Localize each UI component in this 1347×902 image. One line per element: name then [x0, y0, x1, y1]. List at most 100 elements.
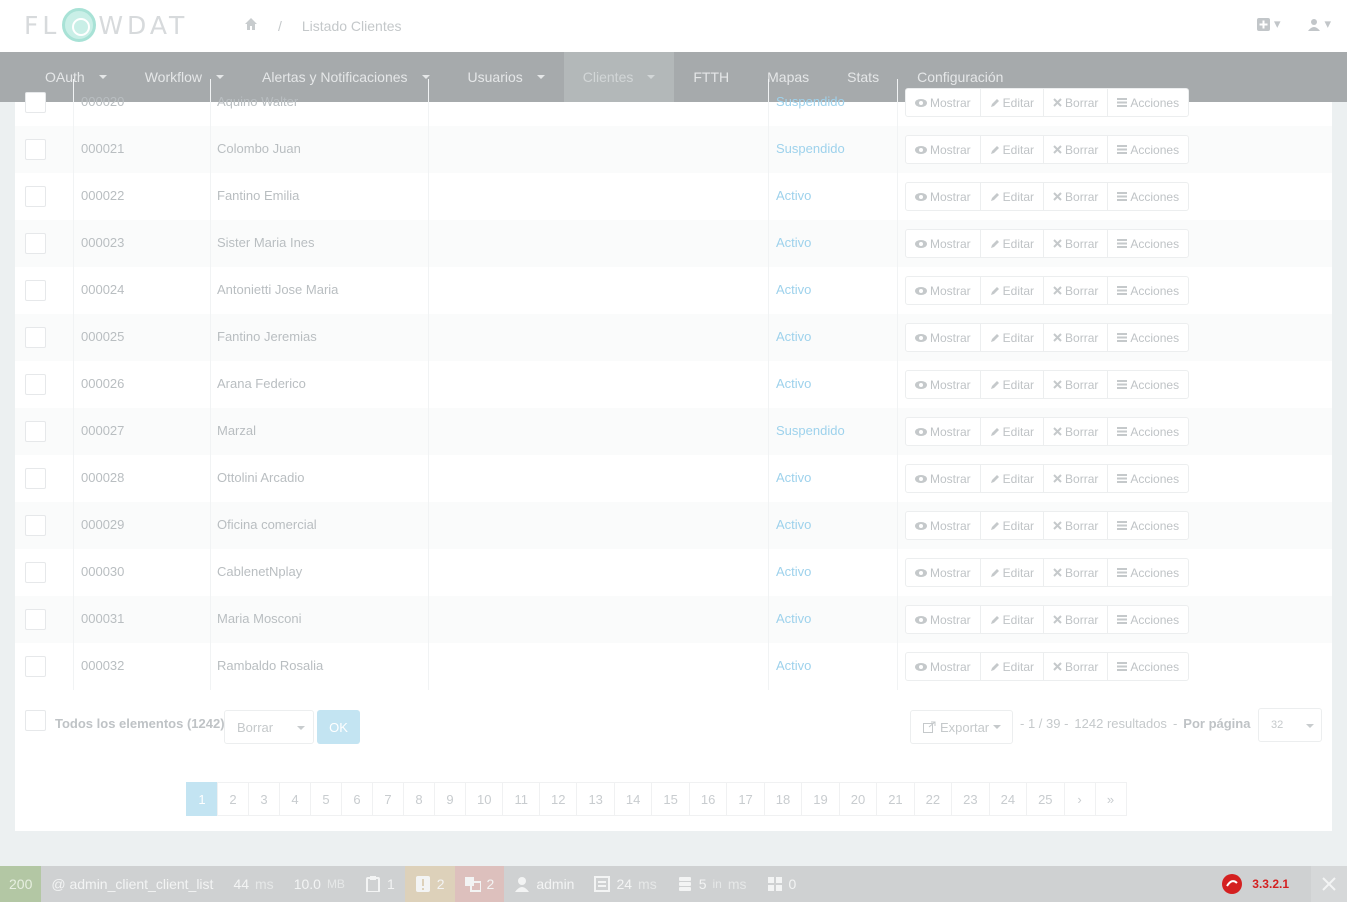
page-button[interactable]: 7: [372, 782, 404, 816]
row-checkbox[interactable]: [25, 280, 46, 301]
page-button[interactable]: 25: [1026, 782, 1065, 816]
show-button[interactable]: Mostrar: [905, 652, 981, 681]
last-page-button[interactable]: »: [1094, 782, 1127, 816]
edit-button[interactable]: Editar: [979, 417, 1045, 446]
row-checkbox[interactable]: [25, 421, 46, 442]
close-toolbar-button[interactable]: [1311, 866, 1347, 902]
page-button[interactable]: 23: [951, 782, 990, 816]
page-button[interactable]: 11: [502, 782, 540, 816]
row-checkbox[interactable]: [25, 327, 46, 348]
logs-panel[interactable]: 1: [355, 866, 405, 902]
home-icon[interactable]: [244, 17, 258, 34]
translations-panel[interactable]: 2: [454, 866, 505, 902]
edit-button[interactable]: Editar: [979, 605, 1045, 634]
show-button[interactable]: Mostrar: [905, 511, 981, 540]
row-checkbox[interactable]: [25, 609, 46, 630]
page-button[interactable]: 5: [310, 782, 342, 816]
page-button[interactable]: 3: [248, 782, 280, 816]
edit-button[interactable]: Editar: [979, 323, 1045, 352]
delete-button[interactable]: Borrar: [1043, 229, 1109, 258]
next-page-button[interactable]: ›: [1063, 782, 1096, 816]
client-id[interactable]: 000023: [81, 235, 124, 250]
page-button[interactable]: 17: [726, 782, 765, 816]
route-name[interactable]: @ admin_client_client_list: [41, 866, 223, 902]
actions-button[interactable]: Acciones: [1107, 511, 1190, 540]
actions-button[interactable]: Acciones: [1107, 276, 1190, 305]
page-button[interactable]: 1: [186, 782, 218, 816]
show-button[interactable]: Mostrar: [905, 370, 981, 399]
show-button[interactable]: Mostrar: [905, 464, 981, 493]
client-id[interactable]: 000025: [81, 329, 124, 344]
delete-button[interactable]: Borrar: [1043, 182, 1109, 211]
select-all-checkbox[interactable]: [25, 710, 46, 731]
timer-panel[interactable]: 44 ms: [223, 866, 283, 902]
delete-button[interactable]: Borrar: [1043, 652, 1109, 681]
client-id[interactable]: 000026: [81, 376, 124, 391]
delete-button[interactable]: Borrar: [1043, 88, 1109, 117]
client-id[interactable]: 000022: [81, 188, 124, 203]
delete-button[interactable]: Borrar: [1043, 558, 1109, 587]
actions-button[interactable]: Acciones: [1107, 652, 1190, 681]
symfony-version[interactable]: 3.3.2.1: [1222, 874, 1289, 894]
row-checkbox[interactable]: [25, 515, 46, 536]
edit-button[interactable]: Editar: [979, 652, 1045, 681]
edit-button[interactable]: Editar: [979, 276, 1045, 305]
edit-button[interactable]: Editar: [979, 370, 1045, 399]
row-checkbox[interactable]: [25, 139, 46, 160]
actions-button[interactable]: Acciones: [1107, 229, 1190, 258]
show-button[interactable]: Mostrar: [905, 323, 981, 352]
delete-button[interactable]: Borrar: [1043, 135, 1109, 164]
delete-button[interactable]: Borrar: [1043, 605, 1109, 634]
page-button[interactable]: 15: [651, 782, 690, 816]
user-menu-button[interactable]: ▾: [1308, 16, 1331, 32]
ok-button[interactable]: OK: [317, 710, 360, 744]
edit-button[interactable]: Editar: [979, 88, 1045, 117]
row-checkbox[interactable]: [25, 92, 46, 113]
delete-button[interactable]: Borrar: [1043, 417, 1109, 446]
row-checkbox[interactable]: [25, 562, 46, 583]
row-checkbox[interactable]: [25, 186, 46, 207]
show-button[interactable]: Mostrar: [905, 229, 981, 258]
actions-button[interactable]: Acciones: [1107, 605, 1190, 634]
page-button[interactable]: 24: [988, 782, 1028, 816]
page-button[interactable]: 18: [763, 782, 803, 816]
page-button[interactable]: 2: [217, 782, 249, 816]
actions-button[interactable]: Acciones: [1107, 558, 1190, 587]
actions-button[interactable]: Acciones: [1107, 323, 1190, 352]
edit-button[interactable]: Editar: [979, 511, 1045, 540]
page-button[interactable]: 22: [913, 782, 953, 816]
warnings-panel[interactable]: 2: [404, 866, 455, 902]
logo[interactable]: FL WDAT: [24, 8, 188, 42]
actions-button[interactable]: Acciones: [1107, 464, 1190, 493]
row-checkbox[interactable]: [25, 468, 46, 489]
row-checkbox[interactable]: [25, 374, 46, 395]
page-button[interactable]: 20: [838, 782, 878, 816]
status-code[interactable]: 200: [0, 866, 42, 902]
show-button[interactable]: Mostrar: [905, 417, 981, 446]
client-id[interactable]: 000029: [81, 517, 124, 532]
client-id[interactable]: 000032: [81, 658, 124, 673]
memory-panel[interactable]: 10.0 MB: [284, 866, 355, 902]
client-id[interactable]: 000020: [81, 94, 124, 109]
page-button[interactable]: 19: [801, 782, 840, 816]
actions-button[interactable]: Acciones: [1107, 417, 1190, 446]
client-id[interactable]: 000030: [81, 564, 124, 579]
page-button[interactable]: 21: [876, 782, 915, 816]
client-id[interactable]: 000024: [81, 282, 124, 297]
page-button[interactable]: 12: [538, 782, 578, 816]
delete-button[interactable]: Borrar: [1043, 276, 1109, 305]
client-id[interactable]: 000027: [81, 423, 124, 438]
page-button[interactable]: 8: [403, 782, 435, 816]
page-button[interactable]: 4: [279, 782, 311, 816]
page-button[interactable]: 9: [434, 782, 466, 816]
delete-button[interactable]: Borrar: [1043, 323, 1109, 352]
twig-panel[interactable]: 0: [757, 866, 807, 902]
delete-button[interactable]: Borrar: [1043, 370, 1109, 399]
show-button[interactable]: Mostrar: [905, 558, 981, 587]
batch-action-select[interactable]: Borrar: [224, 710, 314, 744]
edit-button[interactable]: Editar: [979, 558, 1045, 587]
actions-button[interactable]: Acciones: [1107, 182, 1190, 211]
page-button[interactable]: 10: [465, 782, 504, 816]
actions-button[interactable]: Acciones: [1107, 135, 1190, 164]
client-id[interactable]: 000031: [81, 611, 124, 626]
